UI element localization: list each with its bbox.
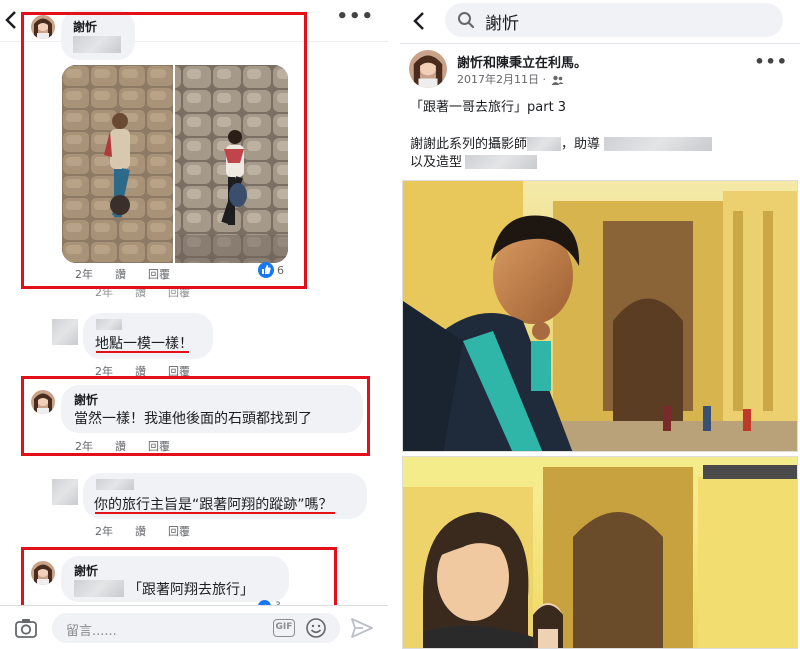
gif-icon[interactable]: GIF — [273, 619, 295, 637]
highlight-box — [21, 376, 370, 456]
search-query: 謝忻 — [485, 14, 519, 34]
comment-time: 2年 — [95, 525, 113, 538]
post-text-segment: ，助導 — [561, 137, 601, 152]
reply-link[interactable]: 回覆 — [168, 523, 190, 539]
comment-meta: 2年 讚 回覆 — [95, 523, 212, 539]
post-text-segment: 以及造型 — [410, 155, 463, 170]
blurred-name — [96, 319, 122, 330]
back-arrow-icon[interactable] — [4, 10, 18, 30]
blurred-avatar — [52, 319, 78, 345]
post-more-options-icon[interactable]: ••• — [754, 52, 788, 71]
blurred-name — [527, 136, 562, 151]
blurred-name — [96, 479, 134, 490]
search-icon — [458, 12, 475, 29]
highlight-underline — [96, 351, 189, 353]
blurred-name — [604, 136, 713, 151]
highlight-underline — [95, 512, 335, 514]
post-author[interactable]: 謝忻和陳秉立在利馬。 — [457, 52, 587, 71]
comments-panel: ••• 謝忻 2年 讚 回覆 6 2年 讚 回覆 地點一模一樣！ 2年 讚 回覆… — [0, 0, 388, 649]
highlight-box — [21, 12, 307, 289]
like-link[interactable]: 讚 — [135, 523, 146, 539]
post-panel: 謝忻 謝忻和陳秉立在利馬。 2017年2月11日 · ••• 「跟著一哥去旅行」… — [400, 0, 800, 649]
post-text-segment: 謝謝此系列的攝影師 — [410, 137, 528, 152]
post-text-line: 謝謝此系列的攝影師 ，助導 — [410, 133, 713, 152]
highlight-box — [21, 547, 337, 613]
search-header: 謝忻 — [400, 0, 800, 44]
post-photo[interactable] — [402, 180, 798, 452]
comment-text: 地點一模一樣！ — [95, 336, 193, 352]
panel-divider — [388, 0, 400, 649]
blurred-name — [465, 154, 538, 169]
blurred-avatar — [52, 479, 78, 505]
camera-icon[interactable] — [14, 617, 38, 639]
lima-selfie-photo-2 — [403, 457, 797, 648]
comment-input[interactable]: 留言...... GIF — [52, 613, 340, 643]
more-options-icon[interactable]: ••• — [336, 6, 374, 27]
friends-audience-icon — [551, 75, 564, 85]
comment-text: 你的旅行主旨是“跟著阿翔的蹤跡”嗎？ — [94, 497, 333, 513]
comment-composer: 留言...... GIF — [0, 605, 388, 649]
lima-selfie-photo — [403, 181, 797, 451]
post-text-line: 「跟著一哥去旅行」part 3 — [410, 100, 567, 115]
emoji-icon[interactable] — [305, 617, 327, 639]
post-photo[interactable] — [402, 456, 798, 649]
comment-placeholder: 留言...... — [66, 624, 117, 639]
post-date: 2017年2月11日 · — [457, 71, 564, 87]
post-author-avatar[interactable] — [409, 50, 447, 88]
send-icon[interactable] — [350, 617, 374, 639]
post-text-line: 以及造型 — [410, 151, 538, 170]
search-bar[interactable]: 謝忻 — [445, 3, 783, 37]
post-date-text[interactable]: 2017年2月11日 · — [457, 73, 546, 86]
back-arrow-icon[interactable] — [412, 11, 426, 31]
